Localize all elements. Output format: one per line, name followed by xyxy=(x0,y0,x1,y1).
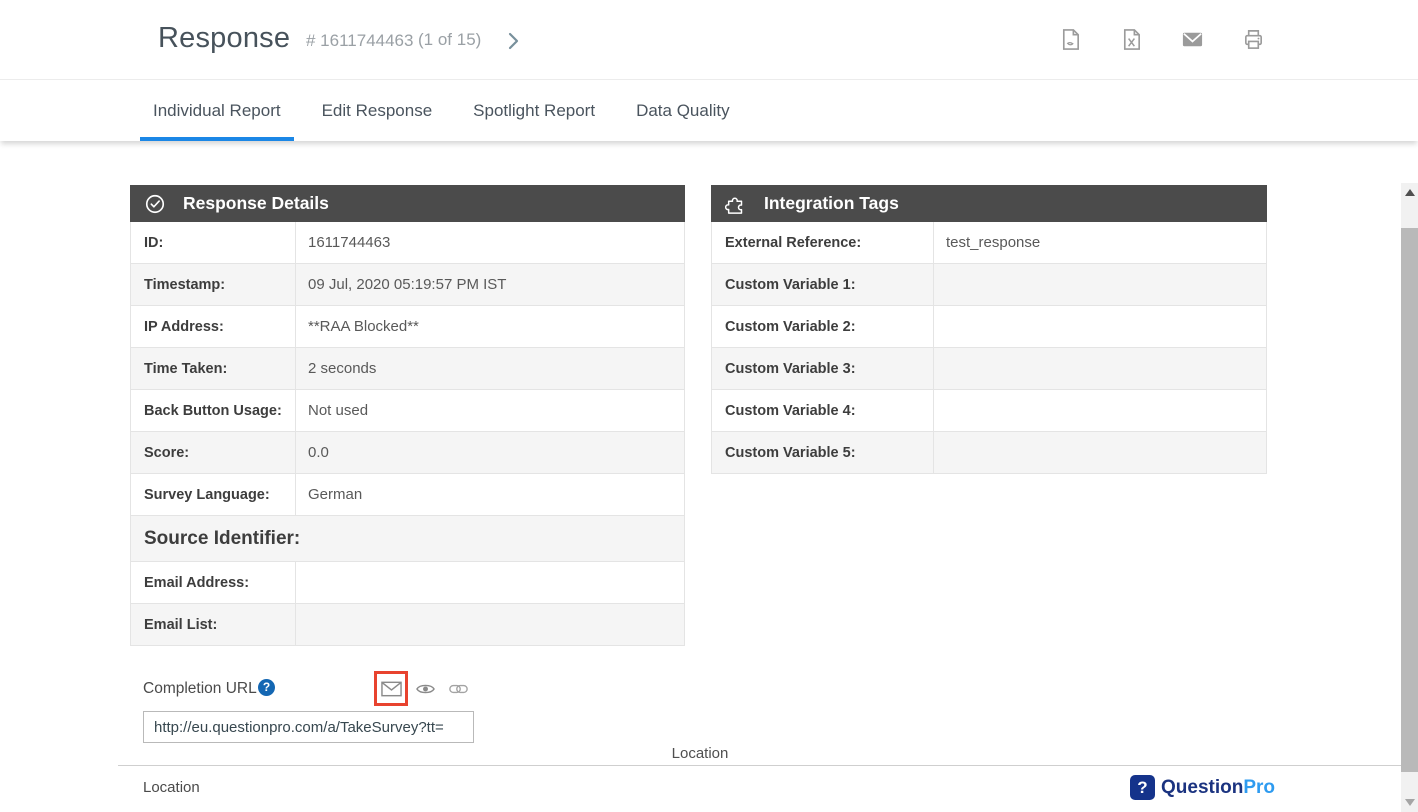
table-row: IP Address: **RAA Blocked** xyxy=(131,306,684,348)
tab-individual-report[interactable]: Individual Report xyxy=(140,81,294,141)
tab-data-quality[interactable]: Data Quality xyxy=(623,81,743,141)
table-row: Email List: xyxy=(131,604,684,646)
completion-url-label: Completion URL xyxy=(143,680,257,698)
panel-title: Integration Tags xyxy=(764,193,899,214)
row-value xyxy=(934,432,1266,473)
table-row: Back Button Usage: Not used xyxy=(131,390,684,432)
tab-label: Individual Report xyxy=(153,101,281,121)
table-row: Timestamp: 09 Jul, 2020 05:19:57 PM IST xyxy=(131,264,684,306)
panel-title: Response Details xyxy=(183,193,329,214)
row-label: Custom Variable 4: xyxy=(712,390,934,431)
tab-spotlight-report[interactable]: Spotlight Report xyxy=(460,81,608,141)
table-row: Custom Variable 3: xyxy=(712,348,1266,390)
row-label: Email List: xyxy=(131,604,296,645)
vertical-scrollbar[interactable] xyxy=(1401,183,1418,812)
table-row: Survey Language: German xyxy=(131,474,684,516)
response-number: # 1611744463 xyxy=(306,31,413,51)
table-row: Score: 0.0 xyxy=(131,432,684,474)
tab-label: Data Quality xyxy=(636,101,730,121)
row-label: Custom Variable 2: xyxy=(712,306,934,347)
brand-pro: Pro xyxy=(1243,777,1275,798)
completion-url-input[interactable] xyxy=(143,711,474,743)
response-details-panel: Response Details ID: 1611744463 Timestam… xyxy=(130,185,685,646)
row-value: 1611744463 xyxy=(296,222,684,263)
row-value xyxy=(934,306,1266,347)
link-icon[interactable] xyxy=(449,682,468,696)
row-value xyxy=(934,348,1266,389)
source-identifier-section-header: Source Identifier: xyxy=(131,516,684,562)
email-icon[interactable] xyxy=(1181,28,1204,51)
mail-icon xyxy=(381,681,402,697)
puzzle-icon xyxy=(725,193,747,215)
row-label: Timestamp: xyxy=(131,264,296,305)
questionpro-logo[interactable]: ? QuestionPro xyxy=(1130,775,1275,800)
table-row: Custom Variable 2: xyxy=(712,306,1266,348)
row-value xyxy=(934,264,1266,305)
report-tabs: Individual Report Edit Response Spotligh… xyxy=(0,81,1418,141)
integration-tags-panel: Integration Tags External Reference: tes… xyxy=(711,185,1267,474)
section-divider xyxy=(118,765,1416,766)
page-title: Response xyxy=(158,22,290,55)
scrollbar-thumb[interactable] xyxy=(1401,228,1418,772)
questionpro-logo-mark: ? xyxy=(1130,775,1155,800)
table-row: Custom Variable 1: xyxy=(712,264,1266,306)
row-value: test_response xyxy=(934,222,1266,263)
scroll-down-arrow-icon[interactable] xyxy=(1401,793,1418,812)
row-label: Custom Variable 1: xyxy=(712,264,934,305)
row-label: Custom Variable 3: xyxy=(712,348,934,389)
next-response-chevron-icon[interactable] xyxy=(503,31,523,51)
row-value: German xyxy=(296,474,684,515)
table-row: Email Address: xyxy=(131,562,684,604)
row-label: Survey Language: xyxy=(131,474,296,515)
row-label: Custom Variable 5: xyxy=(712,432,934,473)
row-value: **RAA Blocked** xyxy=(296,306,684,347)
row-label: IP Address: xyxy=(131,306,296,347)
response-viewer-page: Response # 1611744463 (1 of 15) xyxy=(0,0,1418,812)
questionpro-logo-text: QuestionPro xyxy=(1161,777,1275,799)
row-value: Not used xyxy=(296,390,684,431)
row-value: 2 seconds xyxy=(296,348,684,389)
table-row: External Reference: test_response xyxy=(712,222,1266,264)
circle-check-icon xyxy=(144,193,166,215)
pdf-export-icon[interactable] xyxy=(1059,28,1082,51)
send-completion-url-email-button-highlighted[interactable] xyxy=(374,671,408,706)
tab-label: Spotlight Report xyxy=(473,101,595,121)
row-label: Back Button Usage: xyxy=(131,390,296,431)
row-value xyxy=(296,562,684,603)
integration-tags-header: Integration Tags xyxy=(711,185,1267,222)
tab-edit-response[interactable]: Edit Response xyxy=(309,81,446,141)
row-value: 09 Jul, 2020 05:19:57 PM IST xyxy=(296,264,684,305)
row-value: 0.0 xyxy=(296,432,684,473)
row-label: External Reference: xyxy=(712,222,934,263)
location-section-title: Location xyxy=(0,745,1400,762)
print-icon[interactable] xyxy=(1242,28,1265,51)
row-label: ID: xyxy=(131,222,296,263)
response-position-count: (1 of 15) xyxy=(418,30,481,50)
help-icon[interactable]: ? xyxy=(258,679,275,696)
row-value xyxy=(934,390,1266,431)
table-row: Time Taken: 2 seconds xyxy=(131,348,684,390)
scroll-up-arrow-icon[interactable] xyxy=(1401,183,1418,202)
row-value xyxy=(296,604,684,645)
eye-icon[interactable] xyxy=(416,681,435,697)
tab-label: Edit Response xyxy=(322,101,433,121)
row-label: Score: xyxy=(131,432,296,473)
header-export-actions xyxy=(1059,28,1265,51)
row-label: Time Taken: xyxy=(131,348,296,389)
location-label: Location xyxy=(143,779,200,796)
page-header: Response # 1611744463 (1 of 15) xyxy=(0,0,1418,80)
table-row: Custom Variable 4: xyxy=(712,390,1266,432)
excel-export-icon[interactable] xyxy=(1120,28,1143,51)
brand-question: Question xyxy=(1161,777,1243,798)
table-row: Custom Variable 5: xyxy=(712,432,1266,474)
table-row: ID: 1611744463 xyxy=(131,222,684,264)
response-details-header: Response Details xyxy=(130,185,685,222)
row-label: Email Address: xyxy=(131,562,296,603)
